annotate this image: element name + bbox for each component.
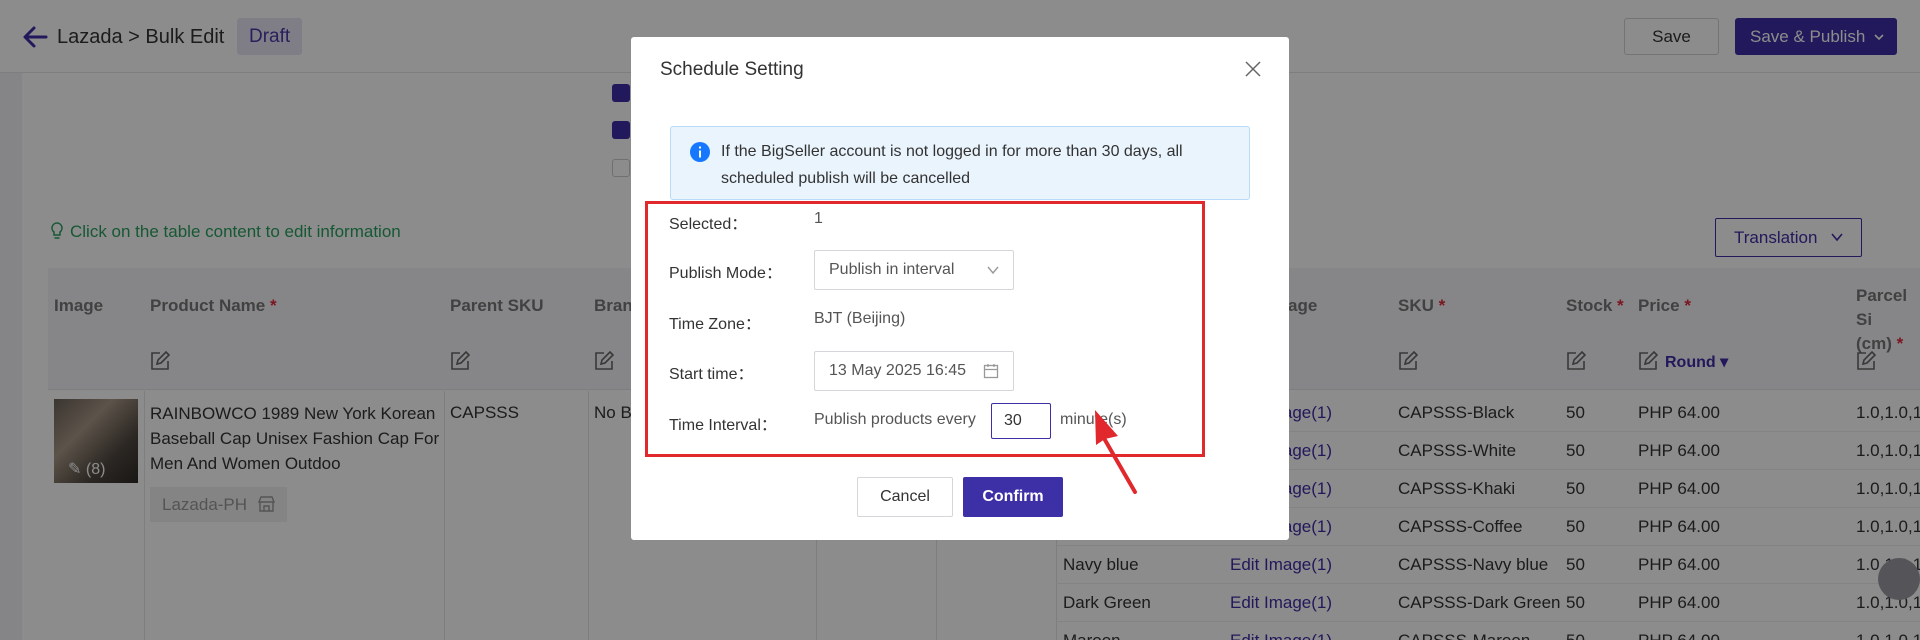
time-zone-value: BJT (Beijing) bbox=[814, 310, 906, 327]
time-interval-label: Time Interval： bbox=[669, 417, 777, 434]
start-time-picker[interactable]: 13 May 2025 16:45 bbox=[814, 351, 1014, 391]
interval-minutes-input[interactable] bbox=[991, 403, 1051, 439]
publish-mode-value: Publish in interval bbox=[829, 261, 955, 278]
schedule-setting-dialog: Schedule Setting If the BigSeller accoun… bbox=[631, 37, 1289, 540]
confirm-button[interactable]: Confirm bbox=[963, 477, 1063, 517]
annotation-arrow-icon bbox=[1095, 410, 1137, 494]
chevron-down-icon bbox=[987, 266, 999, 275]
info-alert: If the BigSeller account is not logged i… bbox=[670, 126, 1250, 200]
start-time-label: Start time： bbox=[669, 366, 754, 383]
publish-mode-label: Publish Mode： bbox=[669, 265, 782, 282]
calendar-icon bbox=[983, 364, 999, 379]
start-time-value: 13 May 2025 16:45 bbox=[829, 362, 966, 379]
interval-prefix: Publish products every bbox=[814, 411, 976, 428]
dialog-title: Schedule Setting bbox=[660, 59, 804, 80]
publish-mode-select[interactable]: Publish in interval bbox=[814, 250, 1014, 290]
close-icon[interactable] bbox=[1245, 61, 1261, 77]
time-zone-label: Time Zone： bbox=[669, 316, 761, 333]
selected-label: Selected： bbox=[669, 216, 748, 233]
info-icon bbox=[690, 142, 710, 162]
selected-value: 1 bbox=[814, 210, 823, 227]
info-text: If the BigSeller account is not logged i… bbox=[721, 143, 1183, 187]
cancel-button[interactable]: Cancel bbox=[857, 477, 953, 517]
